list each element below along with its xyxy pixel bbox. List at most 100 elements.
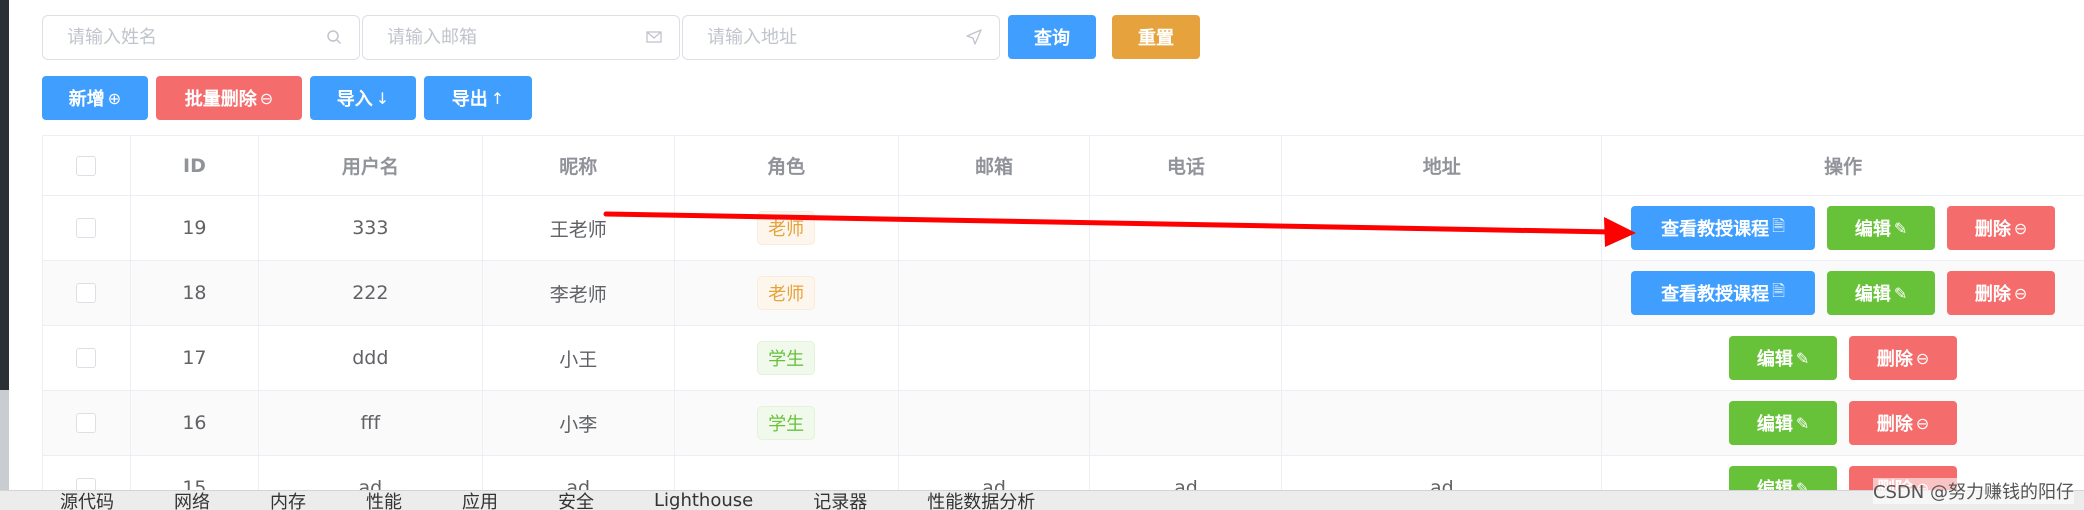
cell-address xyxy=(1282,261,1603,325)
cell-id: 17 xyxy=(131,326,259,390)
row-checkbox[interactable] xyxy=(76,413,97,433)
row-select-cell xyxy=(43,326,131,390)
edit-button[interactable]: 编辑✎ xyxy=(1729,336,1838,380)
cell-role: 老师 xyxy=(675,196,899,260)
row-select-cell xyxy=(43,391,131,455)
edit-label: 编辑 xyxy=(1854,284,1891,305)
cell-id: 19 xyxy=(131,196,259,260)
devtools-tab[interactable]: 记录器 xyxy=(813,491,867,510)
delete-button[interactable]: 删除⊖ xyxy=(1849,401,1958,445)
cell-email xyxy=(899,196,1091,260)
circle-minus-icon: ⊖ xyxy=(1915,348,1930,368)
cell-role: 老师 xyxy=(675,261,899,325)
cell-id: 18 xyxy=(131,261,259,325)
batch-delete-button[interactable]: 批量删除 ⊖ xyxy=(156,76,302,120)
circle-plus-icon: ⊕ xyxy=(107,88,122,108)
edit-pen-icon: ✎ xyxy=(1893,283,1908,303)
devtools-edge-lower xyxy=(0,390,9,490)
cell-nickname: 小王 xyxy=(483,326,675,390)
address-search-input[interactable] xyxy=(707,26,965,48)
header-phone: 电话 xyxy=(1090,136,1283,195)
devtools-tab[interactable]: 应用 xyxy=(462,491,498,510)
delete-button[interactable]: 删除⊖ xyxy=(1947,206,2056,250)
circle-minus-icon: ⊖ xyxy=(2013,283,2028,303)
reset-button[interactable]: 重置 xyxy=(1112,15,1200,59)
devtools-tab[interactable]: Lighthouse xyxy=(654,491,753,510)
cell-phone xyxy=(1090,261,1283,325)
cell-operations: 编辑✎ 删除⊖ xyxy=(1602,326,2084,390)
table-header-row: ID 用户名 昵称 角色 邮箱 电话 地址 操作 xyxy=(43,136,2084,196)
row-checkbox[interactable] xyxy=(76,218,97,238)
role-tag: 老师 xyxy=(757,276,816,310)
view-courses-label: 查看教授课程 xyxy=(1661,219,1770,240)
search-icon xyxy=(325,28,343,46)
cell-operations: 查看教授课程 🗎 编辑 ✎ 删除 ⊖ xyxy=(1602,196,2084,260)
circle-minus-icon: ⊖ xyxy=(1915,413,1930,433)
edit-button[interactable]: 编辑✎ xyxy=(1729,401,1838,445)
cell-operations: 编辑✎ 删除⊖ xyxy=(1602,391,2084,455)
name-search-input[interactable] xyxy=(67,26,325,48)
table-row: 18 222 李老师 老师 查看教授课程 🗎 编辑 ✎ 删除 ⊖ xyxy=(43,261,2084,326)
cell-address xyxy=(1282,196,1603,260)
edit-pen-icon: ✎ xyxy=(1795,348,1810,368)
cell-id: 16 xyxy=(131,391,259,455)
header-role: 角色 xyxy=(675,136,899,195)
batch-delete-label: 批量删除 xyxy=(184,89,257,110)
cell-address xyxy=(1282,391,1603,455)
devtools-edge xyxy=(0,0,9,490)
cell-nickname: 李老师 xyxy=(483,261,675,325)
devtools-tab[interactable]: 源代码 xyxy=(60,491,114,510)
search-bar: 查询 重置 xyxy=(42,14,1200,60)
address-search-field[interactable] xyxy=(682,14,1000,60)
action-toolbar: 新增 ⊕ 批量删除 ⊖ 导入 ↓ 导出 ↑ xyxy=(42,76,540,120)
row-checkbox[interactable] xyxy=(76,283,97,303)
user-table: ID 用户名 昵称 角色 邮箱 电话 地址 操作 19 333 王老师 老师 查… xyxy=(42,135,2084,510)
import-button-label: 导入 xyxy=(336,89,373,110)
role-tag: 学生 xyxy=(757,341,816,375)
cell-email xyxy=(899,326,1091,390)
arrow-up-icon: ↑ xyxy=(490,88,505,108)
name-search-field[interactable] xyxy=(42,14,360,60)
document-icon: 🗎 xyxy=(1772,215,1786,235)
view-courses-button[interactable]: 查看教授课程 🗎 xyxy=(1631,271,1816,315)
header-address: 地址 xyxy=(1282,136,1603,195)
export-button[interactable]: 导出 ↑ xyxy=(424,76,532,120)
edit-label: 编辑 xyxy=(1756,349,1793,370)
delete-label: 删除 xyxy=(1974,284,2011,305)
edit-button[interactable]: 编辑✎ xyxy=(1827,206,1936,250)
edit-pen-icon: ✎ xyxy=(1893,218,1908,238)
delete-button[interactable]: 删除⊖ xyxy=(1849,336,1958,380)
row-select-cell xyxy=(43,261,131,325)
devtools-tab[interactable]: 安全 xyxy=(558,491,594,510)
email-search-input[interactable] xyxy=(387,26,645,48)
delete-label: 删除 xyxy=(1876,414,1913,435)
devtools-tab[interactable]: 性能数据分析 xyxy=(927,491,1035,510)
devtools-tab[interactable]: 网络 xyxy=(174,491,210,510)
delete-label: 删除 xyxy=(1876,349,1913,370)
cell-phone xyxy=(1090,326,1283,390)
delete-label: 删除 xyxy=(1974,219,2011,240)
table-row: 19 333 王老师 老师 查看教授课程 🗎 编辑 ✎ 删除 ⊖ xyxy=(43,196,2084,261)
delete-button[interactable]: 删除⊖ xyxy=(1947,271,2056,315)
import-button[interactable]: 导入 ↓ xyxy=(310,76,416,120)
devtools-tab[interactable]: 内存 xyxy=(270,491,306,510)
row-checkbox[interactable] xyxy=(76,348,97,368)
view-courses-label: 查看教授课程 xyxy=(1661,284,1770,305)
cell-operations: 查看教授课程 🗎 编辑 ✎ 删除 ⊖ xyxy=(1602,261,2084,325)
arrow-down-icon: ↓ xyxy=(375,88,390,108)
export-button-label: 导出 xyxy=(451,89,488,110)
role-tag: 老师 xyxy=(757,211,816,245)
select-all-checkbox[interactable] xyxy=(76,155,97,176)
edit-button[interactable]: 编辑✎ xyxy=(1827,271,1936,315)
circle-minus-icon: ⊖ xyxy=(259,88,274,108)
cell-address xyxy=(1282,326,1603,390)
email-search-field[interactable] xyxy=(362,14,680,60)
edit-label: 编辑 xyxy=(1756,414,1793,435)
cell-role: 学生 xyxy=(675,391,899,455)
devtools-tab[interactable]: 性能 xyxy=(366,491,402,510)
view-courses-button[interactable]: 查看教授课程 🗎 xyxy=(1631,206,1816,250)
query-button[interactable]: 查询 xyxy=(1008,15,1096,59)
add-button[interactable]: 新增 ⊕ xyxy=(42,76,148,120)
csdn-watermark: CSDN @努力赚钱的阳仔 xyxy=(1872,478,2074,504)
cell-phone xyxy=(1090,391,1283,455)
